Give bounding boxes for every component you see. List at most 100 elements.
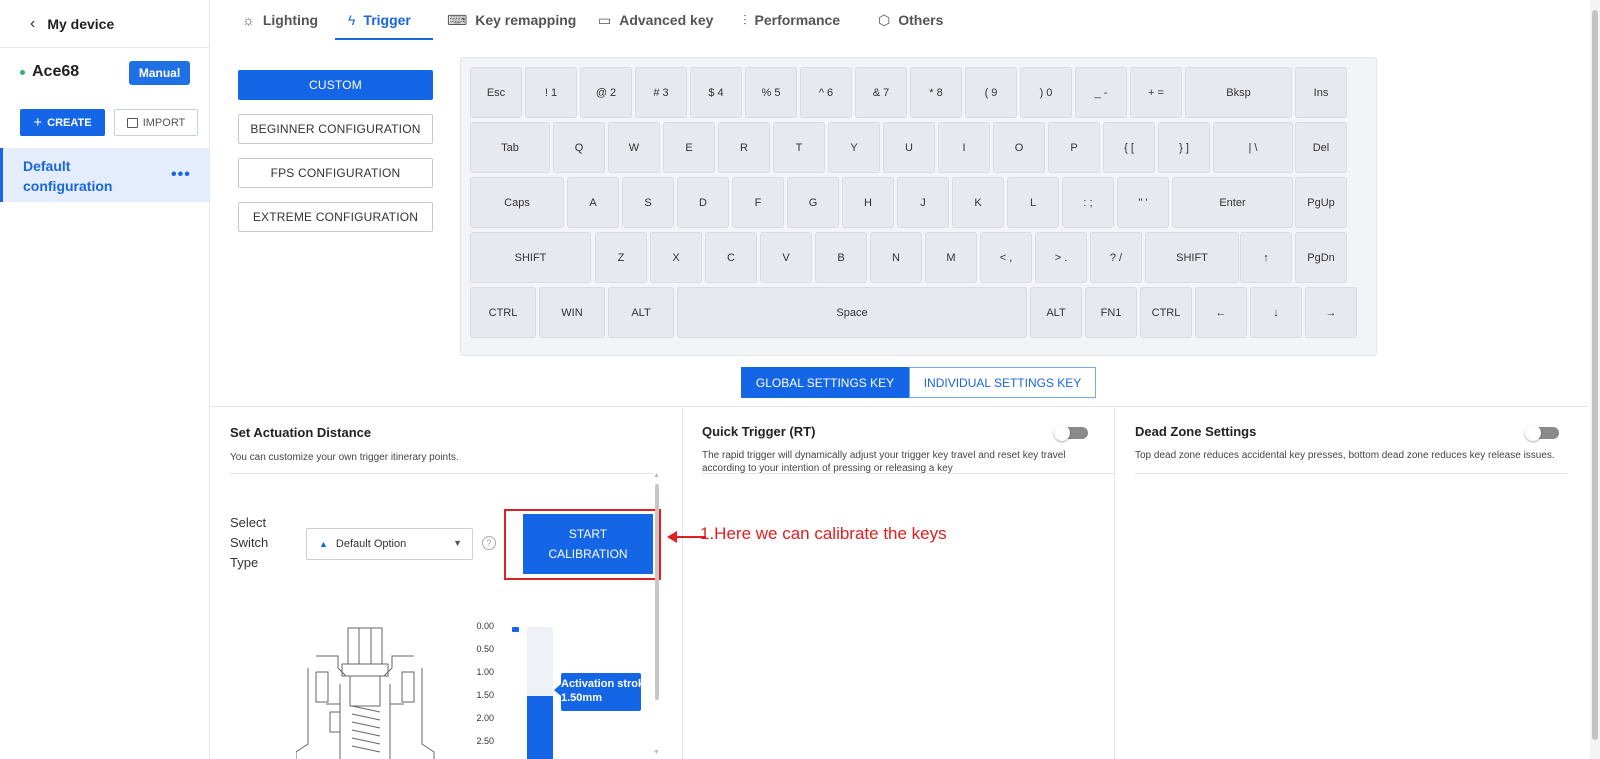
manual-badge[interactable]: Manual — [129, 61, 190, 85]
extreme-config-button[interactable]: EXTREME CONFIGURATION — [238, 202, 433, 232]
scroll-up-icon[interactable]: ▲ — [653, 472, 660, 479]
key-u[interactable]: U — [883, 122, 935, 173]
key-symbol[interactable]: : ; — [1062, 177, 1114, 228]
top-tabs: ☼ Lighting ϟ Trigger ⌨ Key remapping ▭ A… — [210, 0, 1590, 40]
global-settings-key-button[interactable]: GLOBAL SETTINGS KEY — [741, 367, 909, 398]
key-3[interactable]: # 3 — [635, 67, 687, 118]
key-pgup[interactable]: PgUp — [1295, 177, 1347, 228]
beginner-config-button[interactable]: BEGINNER CONFIGURATION — [238, 114, 433, 144]
key-8[interactable]: * 8 — [910, 67, 962, 118]
panel-scrollbar[interactable] — [655, 484, 659, 700]
dead-zone-toggle[interactable] — [1525, 425, 1559, 441]
key-1[interactable]: ! 1 — [525, 67, 577, 118]
individual-settings-key-button[interactable]: INDIVIDUAL SETTINGS KEY — [909, 367, 1096, 398]
start-calibration-button[interactable]: START CALIBRATION — [523, 514, 653, 574]
scroll-down-icon[interactable]: ▼ — [653, 749, 660, 756]
key-symbol[interactable]: } ] — [1158, 122, 1210, 173]
key-down-arrow[interactable]: ↓ — [1250, 287, 1302, 338]
key-alt[interactable]: ALT — [1030, 287, 1082, 338]
key-ctrl[interactable]: CTRL — [1140, 287, 1192, 338]
key-6[interactable]: ^ 6 — [800, 67, 852, 118]
key-j[interactable]: J — [897, 177, 949, 228]
key-2[interactable]: @ 2 — [580, 67, 632, 118]
page-scrollbar[interactable] — [1592, 10, 1598, 740]
key-up-arrow[interactable]: ↑ — [1240, 232, 1292, 283]
tab-lighting[interactable]: ☼ Lighting — [242, 0, 318, 40]
tab-others[interactable]: ⬡ Others — [878, 0, 943, 40]
key-p[interactable]: P — [1048, 122, 1100, 173]
back-button[interactable]: ‹ My device — [30, 14, 114, 34]
key-r[interactable]: R — [718, 122, 770, 173]
key-symbol[interactable]: ? / — [1090, 232, 1142, 283]
key-z[interactable]: Z — [595, 232, 647, 283]
tab-key-remapping[interactable]: ⌨ Key remapping — [447, 0, 576, 40]
tab-label: Trigger — [363, 12, 411, 28]
key-bksp[interactable]: Bksp — [1185, 67, 1292, 118]
switch-type-select[interactable]: ▲ Default Option ▼ — [306, 528, 473, 560]
key-f[interactable]: F — [732, 177, 784, 228]
stroke-top-marker[interactable] — [512, 627, 519, 632]
key-tab[interactable]: Tab — [470, 122, 550, 173]
key-e[interactable]: E — [663, 122, 715, 173]
key-n[interactable]: N — [870, 232, 922, 283]
fps-config-button[interactable]: FPS CONFIGURATION — [238, 158, 433, 188]
key-fn1[interactable]: FN1 — [1085, 287, 1137, 338]
key-space[interactable]: Space — [677, 287, 1027, 338]
key-pgdn[interactable]: PgDn — [1295, 232, 1347, 283]
key-shift[interactable]: SHIFT — [1145, 232, 1239, 283]
key-del[interactable]: Del — [1295, 122, 1347, 173]
key-s[interactable]: S — [622, 177, 674, 228]
key-a[interactable]: A — [567, 177, 619, 228]
key-g[interactable]: G — [787, 177, 839, 228]
key-enter[interactable]: Enter — [1172, 177, 1293, 228]
activation-stroke-tooltip: Activation stroke 1.50mm — [561, 673, 641, 711]
key-w[interactable]: W — [608, 122, 660, 173]
key-0[interactable]: ) 0 — [1020, 67, 1072, 118]
key-4[interactable]: $ 4 — [690, 67, 742, 118]
key-t[interactable]: T — [773, 122, 825, 173]
tab-trigger[interactable]: ϟ Trigger — [348, 0, 411, 40]
key-shift[interactable]: SHIFT — [470, 232, 591, 283]
key-alt[interactable]: ALT — [608, 287, 674, 338]
key-ins[interactable]: Ins — [1295, 67, 1347, 118]
more-options-icon[interactable]: ••• — [171, 166, 191, 184]
custom-config-button[interactable]: CUSTOM — [238, 70, 433, 100]
key-k[interactable]: K — [952, 177, 1004, 228]
key-i[interactable]: I — [938, 122, 990, 173]
sidebar-item-default-configuration[interactable]: Default configuration ••• — [0, 148, 210, 202]
key-9[interactable]: ( 9 — [965, 67, 1017, 118]
activation-stroke-value: 1.50mm — [561, 692, 602, 704]
tab-advanced-key[interactable]: ▭ Advanced key — [598, 0, 713, 40]
quick-trigger-toggle[interactable] — [1054, 425, 1088, 441]
key-y[interactable]: Y — [828, 122, 880, 173]
key-q[interactable]: Q — [553, 122, 605, 173]
key-7[interactable]: & 7 — [855, 67, 907, 118]
key-symbol[interactable]: > . — [1035, 232, 1087, 283]
key-right-arrow[interactable]: → — [1305, 287, 1357, 338]
key-h[interactable]: H — [842, 177, 894, 228]
key-symbol[interactable]: < , — [980, 232, 1032, 283]
key-ctrl[interactable]: CTRL — [470, 287, 536, 338]
key-symbol[interactable]: { [ — [1103, 122, 1155, 173]
key-symbol[interactable]: _ - — [1075, 67, 1127, 118]
key-caps[interactable]: Caps — [470, 177, 564, 228]
key-o[interactable]: O — [993, 122, 1045, 173]
tab-performance[interactable]: ⫶ Performance — [743, 0, 840, 40]
key-b[interactable]: B — [815, 232, 867, 283]
key-x[interactable]: X — [650, 232, 702, 283]
create-button[interactable]: + CREATE — [20, 109, 105, 136]
key-5[interactable]: % 5 — [745, 67, 797, 118]
key-v[interactable]: V — [760, 232, 812, 283]
key-esc[interactable]: Esc — [470, 67, 522, 118]
key-c[interactable]: C — [705, 232, 757, 283]
key-symbol[interactable]: + = — [1130, 67, 1182, 118]
key-win[interactable]: WIN — [539, 287, 605, 338]
key-d[interactable]: D — [677, 177, 729, 228]
import-button[interactable]: IMPORT — [114, 109, 198, 136]
key-l[interactable]: L — [1007, 177, 1059, 228]
key-left-arrow[interactable]: ← — [1195, 287, 1247, 338]
key-symbol[interactable]: " ' — [1117, 177, 1169, 228]
help-icon[interactable]: ? — [482, 536, 496, 550]
key-symbol[interactable]: | \ — [1213, 122, 1293, 173]
key-m[interactable]: M — [925, 232, 977, 283]
